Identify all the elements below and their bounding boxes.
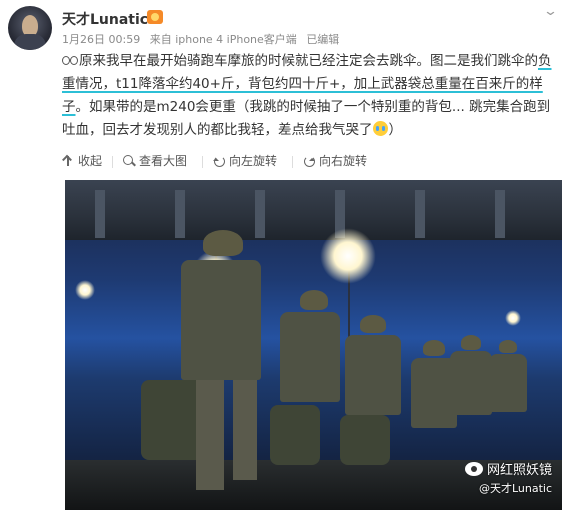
- rotate-right-label: 向右旋转: [319, 154, 368, 168]
- rotate-right-button[interactable]: 向右旋转: [303, 152, 367, 169]
- toolbar-divider: [112, 156, 113, 168]
- view-large-label: 查看大图: [139, 154, 188, 168]
- collapse-up-icon: [62, 155, 74, 167]
- toolbar-divider: [292, 156, 293, 168]
- watermark: 网红照妖镜 @天才Lunatic: [464, 462, 552, 498]
- stadium-light: [505, 310, 521, 326]
- rotate-right-icon: [303, 155, 315, 167]
- username[interactable]: 天才Lunatic: [62, 9, 148, 29]
- edited-label[interactable]: 已编辑: [306, 33, 339, 46]
- avatar-body: [14, 34, 46, 50]
- post-text-part3: 。如果带的是m240会更重（我跳的时候抽了一个特别重的背包... 跳完集合跑到吐…: [62, 99, 551, 138]
- post-meta: 1月26日 00:59 来自 iphone 4 iPhone客户端 已编辑: [62, 31, 345, 47]
- ceiling-rib: [495, 190, 505, 238]
- aircraft-ceiling: [65, 180, 562, 240]
- stadium-light: [320, 228, 376, 284]
- ceiling-rib: [95, 190, 105, 238]
- post-text-part4: ）: [388, 122, 403, 138]
- toolbar-divider: [202, 156, 203, 168]
- vip-badge-icon[interactable]: [147, 10, 163, 24]
- watermark-title: 网红照妖镜: [486, 463, 552, 478]
- soldier: [340, 315, 410, 495]
- image-toolbar: 收起 查看大图 向左旋转 向右旋转: [62, 150, 556, 174]
- crying-emoji-icon: [372, 121, 388, 136]
- more-chevron-icon[interactable]: ⌄: [543, 4, 558, 19]
- post-date[interactable]: 1月26日 00:59: [62, 33, 140, 46]
- glasses-emoji-icon: [62, 54, 78, 67]
- rotate-left-label: 向左旋转: [229, 154, 278, 168]
- collapse-button[interactable]: 收起: [62, 152, 102, 169]
- post-image[interactable]: 网红照妖镜 @天才Lunatic: [65, 180, 562, 510]
- wechat-logo-icon: [464, 462, 483, 476]
- post-source: 来自 iphone 4 iPhone客户端: [149, 33, 297, 46]
- post-text: 原来我早在最开始骑跑车摩旅的时候就已经注定会去跳伞。图二是我们跳伞的负重情况，t…: [62, 50, 556, 142]
- post-text-part1: 原来我早在最开始骑跑车摩旅的时候就已经注定会去跳伞。图二是我们跳伞的: [79, 53, 538, 69]
- collapse-label: 收起: [78, 154, 103, 168]
- watermark-sub: @天才Lunatic: [478, 482, 552, 495]
- rotate-left-button[interactable]: 向左旋转: [213, 152, 277, 169]
- rotate-left-icon: [213, 155, 225, 167]
- view-large-button[interactable]: 查看大图: [123, 152, 187, 169]
- post-header: 天才Lunatic 1月26日 00:59 来自 iphone 4 iPhone…: [0, 0, 570, 52]
- avatar[interactable]: [8, 6, 52, 50]
- stadium-light: [75, 280, 95, 300]
- zoom-icon: [123, 154, 135, 167]
- ceiling-rib: [415, 190, 425, 238]
- soldier: [485, 340, 545, 460]
